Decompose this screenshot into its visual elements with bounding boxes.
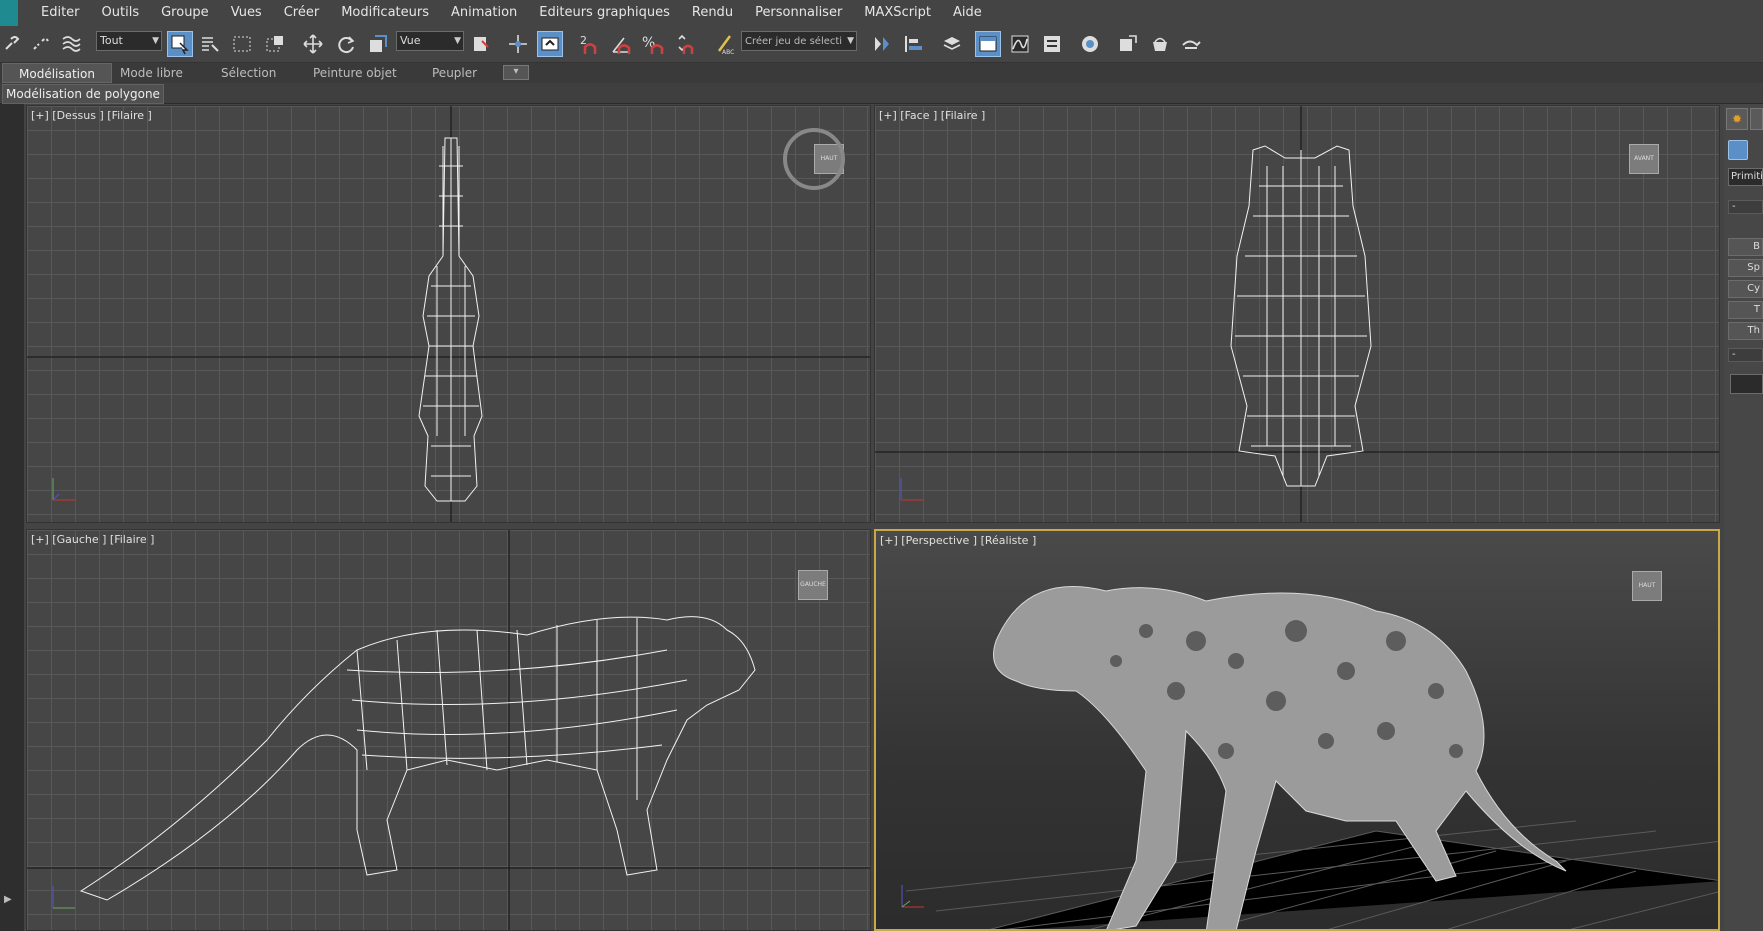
tab-selection[interactable]: Sélection: [221, 63, 276, 83]
viewcube-left[interactable]: GAUCHE: [798, 570, 828, 600]
expand-arrow-icon[interactable]: ▶: [4, 894, 12, 905]
viewcube-ring[interactable]: [783, 128, 845, 190]
schematic-view-icon[interactable]: [1039, 31, 1065, 57]
main-toolbar: Tout ▼ Vue ▼ 2 % ABC Créer jeu de sélect…: [0, 26, 1763, 63]
selection-filter-value: Tout: [100, 34, 123, 47]
menu-maxscript[interactable]: MAXScript: [853, 0, 942, 26]
leopard-front-wireframe: [1230, 145, 1372, 487]
viewport-front[interactable]: [+] [Face ] [Filaire ] AVANT: [874, 105, 1720, 523]
named-selection-set-placeholder: Créer jeu de sélecti: [745, 36, 843, 47]
menu-edit[interactable]: Editer: [30, 0, 91, 26]
named-selection-set-dropdown[interactable]: Créer jeu de sélecti ▼: [741, 31, 857, 51]
left-strip: ▶: [0, 104, 24, 931]
menu-modifiers[interactable]: Modificateurs: [330, 0, 440, 26]
leopard-side-wireframe: [79, 616, 756, 901]
create-panel-icon[interactable]: ✹: [1726, 108, 1748, 130]
rect-selection-region-icon[interactable]: [229, 31, 255, 57]
bind-spacewarp-icon[interactable]: [58, 31, 84, 57]
mirror-icon[interactable]: [869, 31, 895, 57]
curve-editor-icon[interactable]: [1007, 31, 1033, 57]
menu-animation[interactable]: Animation: [440, 0, 528, 26]
torus-button[interactable]: T: [1728, 301, 1763, 319]
menu-group[interactable]: Groupe: [150, 0, 220, 26]
window-crossing-icon[interactable]: [262, 31, 288, 57]
menu-tools[interactable]: Outils: [91, 0, 151, 26]
chevron-down-icon: ▼: [847, 36, 854, 46]
rendered-frame-window-icon[interactable]: [1147, 31, 1173, 57]
rollout-header[interactable]: -: [1728, 200, 1763, 214]
ribbon-tabs: Modélisation Mode libre Sélection Peintu…: [0, 63, 1763, 83]
menu-graph-editors[interactable]: Editeurs graphiques: [528, 0, 681, 26]
pivot-center-icon[interactable]: [468, 31, 494, 57]
snap-toggle-icon[interactable]: 2: [577, 31, 603, 57]
tab-populate[interactable]: Peupler: [432, 63, 477, 83]
cylinder-button[interactable]: Cy: [1728, 280, 1763, 298]
app-logo[interactable]: [0, 0, 18, 26]
tab-object-paint[interactable]: Peinture objet: [313, 63, 397, 83]
modify-panel-icon[interactable]: [1750, 108, 1763, 130]
tab-modeling[interactable]: Modélisation: [2, 63, 112, 83]
keyboard-shortcut-override-icon[interactable]: [537, 31, 563, 57]
percent-snap-text: %: [642, 35, 655, 51]
viewport-top[interactable]: [+] [Dessus ] [Filaire ] HAUT: [26, 105, 871, 523]
select-object-icon[interactable]: [167, 31, 193, 57]
selection-filter-dropdown[interactable]: Tout ▼: [96, 31, 162, 51]
axis-gizmo: [901, 885, 924, 908]
geometry-icon[interactable]: [1728, 140, 1748, 160]
rotate-icon[interactable]: [333, 31, 359, 57]
viewport-left[interactable]: [+] [Gauche ] [Filaire ] GAUCHE: [26, 529, 871, 931]
render-setup-icon[interactable]: [1115, 31, 1141, 57]
axis-gizmo: [900, 478, 923, 501]
leopard-top-wireframe: [418, 137, 483, 502]
ribbon-options-dropdown[interactable]: ▾: [503, 65, 529, 80]
rollout-header[interactable]: -: [1728, 348, 1763, 362]
percent-snap-icon[interactable]: %: [640, 31, 666, 57]
menu-help[interactable]: Aide: [942, 0, 993, 26]
menu-rendering[interactable]: Rendu: [681, 0, 744, 26]
name-field[interactable]: [1730, 374, 1763, 394]
angle-snap-icon[interactable]: [609, 31, 635, 57]
select-manipulate-icon[interactable]: [505, 31, 531, 57]
link-icon[interactable]: [0, 31, 26, 57]
sphere-button[interactable]: Sp: [1728, 259, 1763, 277]
polygon-modeling-label[interactable]: Modélisation de polygone: [2, 84, 164, 104]
chevron-down-icon: ▼: [454, 36, 461, 46]
spinner-snap-icon[interactable]: [671, 31, 697, 57]
move-icon[interactable]: [300, 31, 326, 57]
object-type-dropdown[interactable]: Primiti: [1728, 168, 1763, 186]
viewcube-perspective[interactable]: HAUT: [1632, 571, 1662, 601]
edit-named-selection-icon[interactable]: ABC: [712, 31, 738, 57]
render-production-icon[interactable]: [1179, 31, 1205, 57]
material-editor-icon[interactable]: [1077, 31, 1103, 57]
reference-coord-value: Vue: [400, 34, 421, 47]
viewport-perspective[interactable]: [+] [Perspective ] [Réaliste ] HAUT: [874, 529, 1720, 931]
viewport-top-canvas: [27, 106, 870, 522]
unlink-icon[interactable]: [28, 31, 54, 57]
chevron-down-icon: ▼: [152, 36, 159, 46]
toggle-scene-explorer-icon[interactable]: [975, 31, 1001, 57]
scale-icon[interactable]: [365, 31, 391, 57]
perspective-grid: [905, 820, 1718, 929]
box-button[interactable]: B: [1728, 238, 1763, 256]
viewport-left-canvas: [27, 530, 870, 930]
menu-create[interactable]: Créer: [273, 0, 330, 26]
menu-views[interactable]: Vues: [220, 0, 273, 26]
ribbon-panel: Modélisation de polygone: [0, 83, 1763, 104]
tab-freeform[interactable]: Mode libre: [120, 63, 183, 83]
layer-explorer-icon[interactable]: [939, 31, 965, 57]
align-icon[interactable]: [900, 31, 926, 57]
tube-button[interactable]: Th: [1728, 322, 1763, 340]
axis-gizmo: [52, 886, 75, 909]
axis-gizmo: [52, 478, 75, 501]
svg-text:ABC: ABC: [722, 49, 734, 55]
select-by-name-icon[interactable]: [197, 31, 223, 57]
viewport-front-canvas: [875, 106, 1719, 522]
reference-coord-dropdown[interactable]: Vue ▼: [396, 31, 464, 51]
viewport-perspective-canvas: [905, 586, 1718, 929]
viewcube-front[interactable]: AVANT: [1629, 144, 1659, 174]
command-panel: ✹ Primiti - B Sp Cy T Th -: [1724, 104, 1763, 931]
menu-customize[interactable]: Personnaliser: [744, 0, 853, 26]
menu-bar: Editer Outils Groupe Vues Créer Modifica…: [0, 0, 1763, 27]
